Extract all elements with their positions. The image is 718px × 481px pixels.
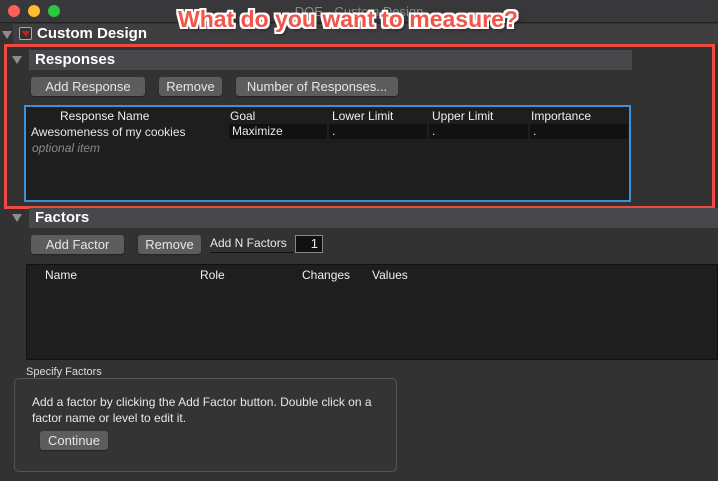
col-values: Values (372, 268, 408, 282)
continue-button[interactable]: Continue (40, 431, 108, 450)
col-role: Role (200, 268, 225, 282)
factors-disclosure-icon[interactable] (12, 214, 22, 222)
col-name: Name (45, 268, 78, 282)
instructions-line-2: factor name or level to edit it. (32, 411, 187, 425)
outline-title: Custom Design (37, 25, 148, 42)
col-changes: Changes (302, 268, 351, 282)
remove-factor-button[interactable]: Remove (138, 235, 201, 254)
annotation-text: What do you want to measure? (178, 6, 518, 32)
specify-factors-box (14, 378, 397, 472)
factors-header: Factors (29, 208, 718, 228)
add-n-factors-input[interactable]: 1 (295, 235, 323, 253)
red-triangle-menu-icon[interactable] (19, 27, 32, 40)
add-n-factors-label: Add N Factors (210, 236, 294, 253)
specify-factors-label: Specify Factors (26, 366, 102, 378)
annotation-highlight-box (4, 44, 715, 209)
add-factor-button[interactable]: Add Factor (31, 235, 124, 254)
instructions-line-1: Add a factor by clicking the Add Factor … (32, 395, 372, 409)
disclosure-triangle-icon[interactable] (2, 31, 12, 39)
